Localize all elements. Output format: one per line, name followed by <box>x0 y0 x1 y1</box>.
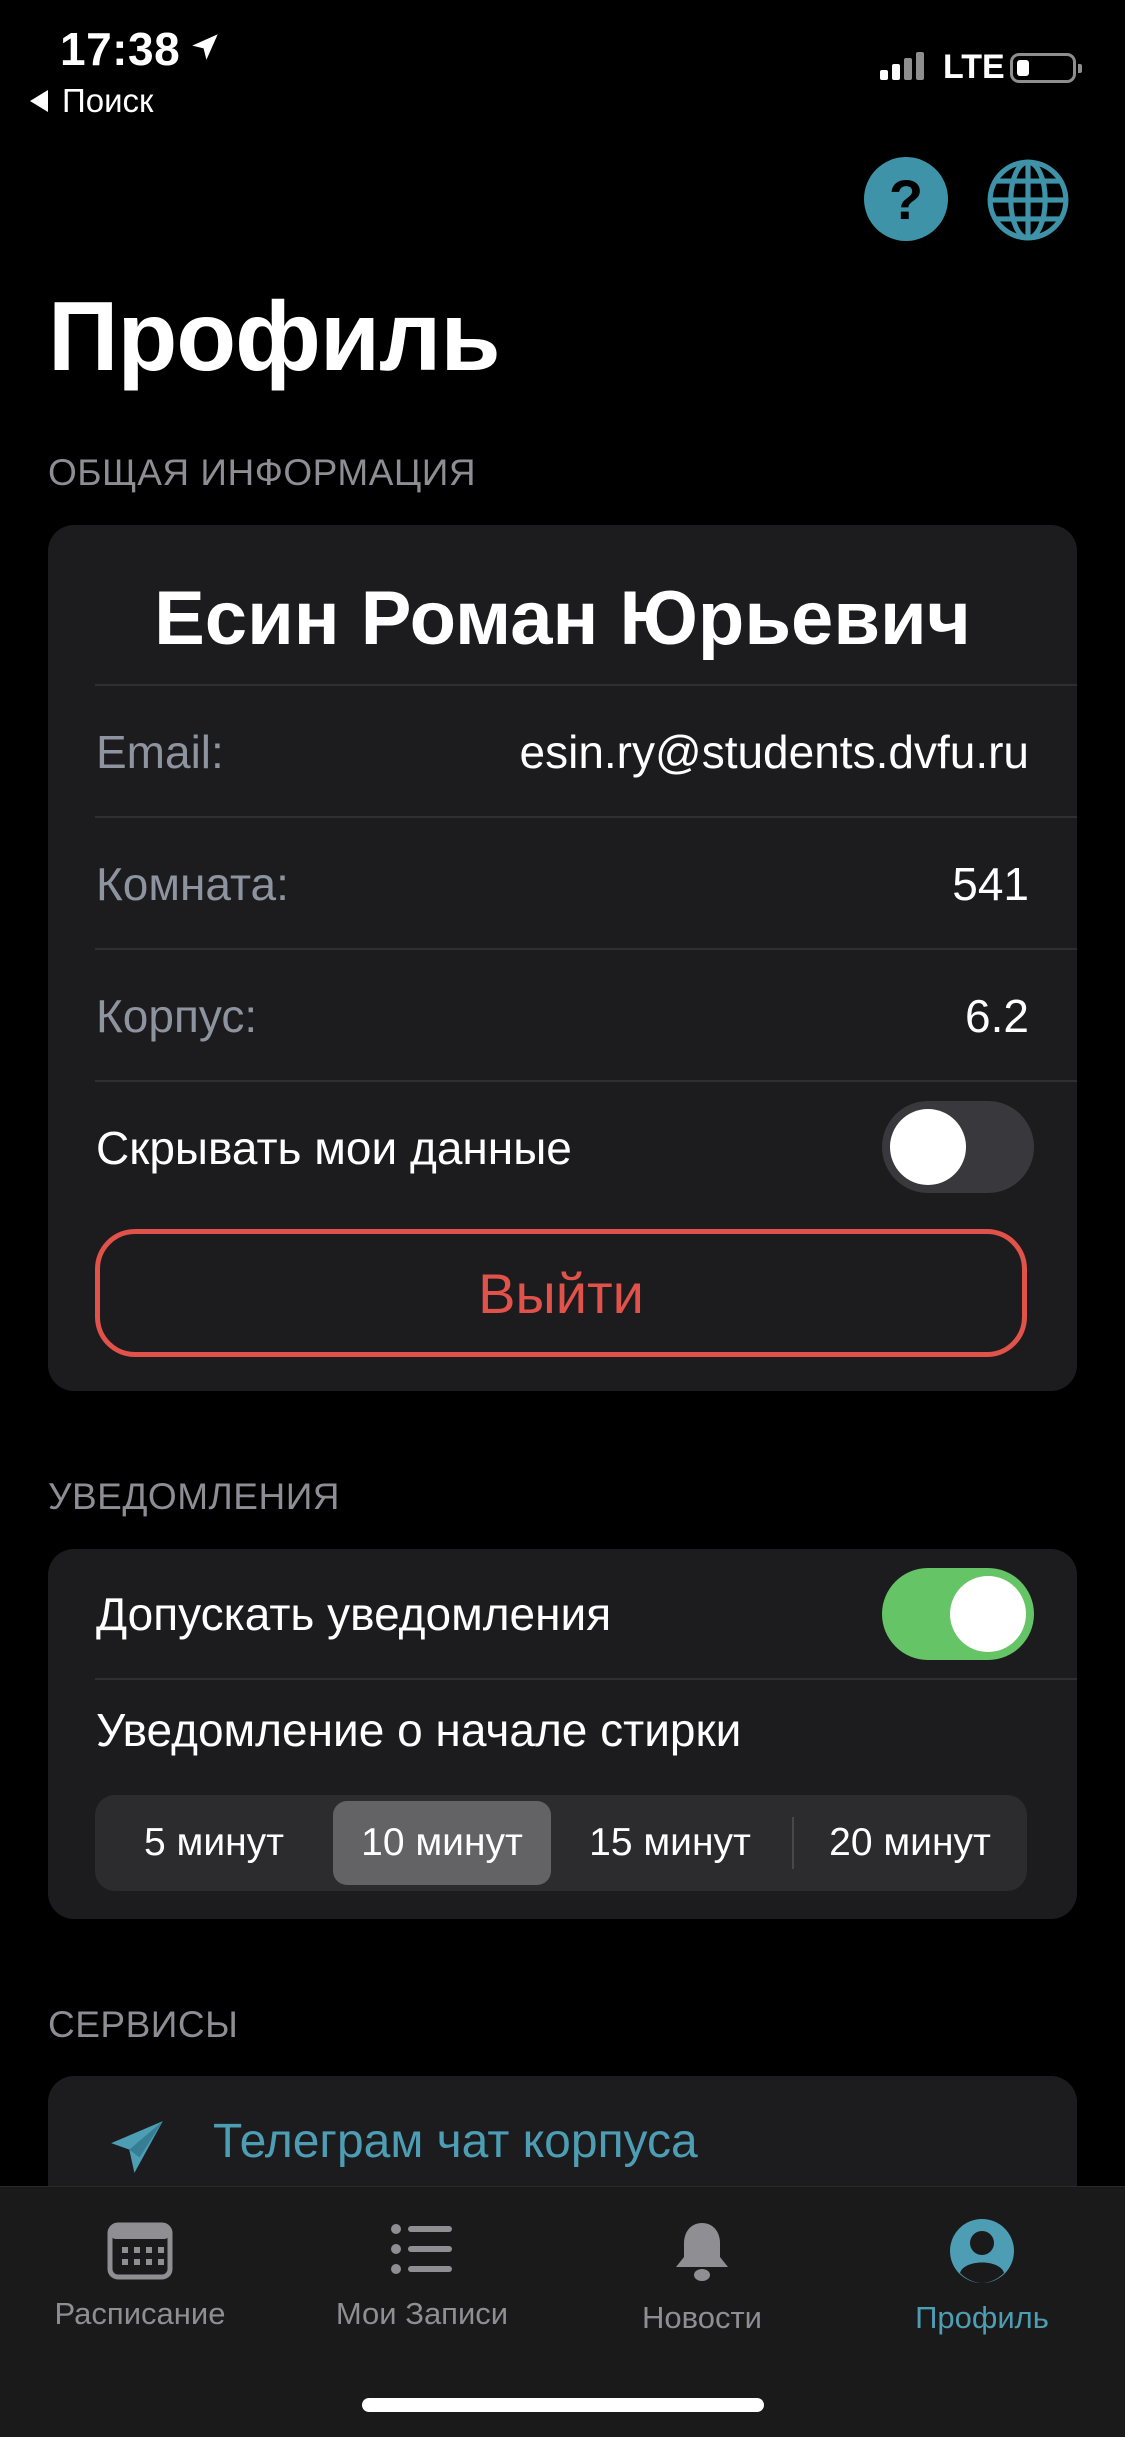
tab-label: Профиль <box>915 2300 1049 2335</box>
section-general-label: ОБЩАЯ ИНФОРМАЦИЯ <box>48 452 477 493</box>
person-circle-icon <box>950 2219 1014 2283</box>
back-label: Поиск <box>62 82 154 119</box>
logout-button[interactable]: Выйти <box>95 1229 1027 1357</box>
battery-icon <box>1010 53 1082 83</box>
divider <box>95 948 1077 950</box>
bell-icon <box>676 2223 728 2281</box>
allow-notifications-toggle[interactable] <box>882 1568 1034 1660</box>
room-label: Комната: <box>96 858 289 910</box>
telegram-icon <box>111 2121 163 2173</box>
allow-notifications-label: Допускать уведомления <box>96 1588 612 1640</box>
segment-15-min[interactable]: 15 минут <box>557 1801 783 1885</box>
email-label: Email: <box>96 726 224 778</box>
tab-label: Новости <box>641 2300 762 2335</box>
user-full-name: Есин Роман Юрьевич <box>154 576 971 661</box>
cellular-signal-icon <box>880 52 924 80</box>
segment-5-min[interactable]: 5 минут <box>101 1801 327 1885</box>
location-arrow-icon <box>192 34 218 60</box>
tab-profile[interactable]: Профиль <box>862 2217 1102 2336</box>
segment-10-min[interactable]: 10 минут <box>333 1801 551 1885</box>
network-type: LTE <box>943 48 1005 86</box>
question-circle-icon: ? <box>888 167 924 231</box>
back-to-search[interactable]: Поиск <box>30 82 153 120</box>
tab-news[interactable]: Новости <box>582 2217 822 2336</box>
notifications-card: Допускать уведомления Уведомление о нача… <box>48 1549 1077 1919</box>
general-info-card: Есин Роман Юрьевич Email: esin.ry@studen… <box>48 525 1077 1391</box>
email-value: esin.ry@students.dvfu.ru <box>519 726 1029 778</box>
building-label: Корпус: <box>96 990 258 1042</box>
tab-label: Расписание <box>54 2296 226 2331</box>
segment-separator <box>792 1817 794 1869</box>
globe-icon[interactable] <box>985 157 1071 243</box>
section-notifications-label: УВЕДОМЛЕНИЯ <box>48 1476 341 1517</box>
status-time: 17:38 <box>60 23 181 75</box>
wash-start-label: Уведомление о начале стирки <box>96 1704 742 1756</box>
hide-data-toggle[interactable] <box>882 1101 1034 1193</box>
segment-20-min[interactable]: 20 минут <box>797 1801 1023 1885</box>
home-indicator <box>362 2398 764 2412</box>
back-triangle-icon <box>30 90 48 112</box>
page-title: Профиль <box>48 281 501 391</box>
calendar-icon <box>107 2222 173 2280</box>
divider <box>95 684 1077 686</box>
divider <box>95 1678 1077 1680</box>
wash-reminder-segmented-control: 5 минут 10 минут 15 минут 20 минут <box>95 1795 1027 1891</box>
room-value: 541 <box>952 858 1029 910</box>
telegram-chat-label: Телеграм чат корпуса <box>213 2115 698 2168</box>
section-services-label: СЕРВИСЫ <box>48 2004 239 2045</box>
tab-schedule[interactable]: Расписание <box>20 2217 260 2332</box>
list-icon <box>391 2224 452 2274</box>
hide-data-label: Скрывать мои данные <box>96 1122 572 1174</box>
building-value: 6.2 <box>965 990 1029 1042</box>
divider <box>95 1080 1077 1082</box>
help-button[interactable]: ? <box>864 157 948 241</box>
divider <box>95 816 1077 818</box>
tab-my-records[interactable]: Мои Записи <box>302 2217 542 2332</box>
tab-label: Мои Записи <box>335 2296 509 2331</box>
